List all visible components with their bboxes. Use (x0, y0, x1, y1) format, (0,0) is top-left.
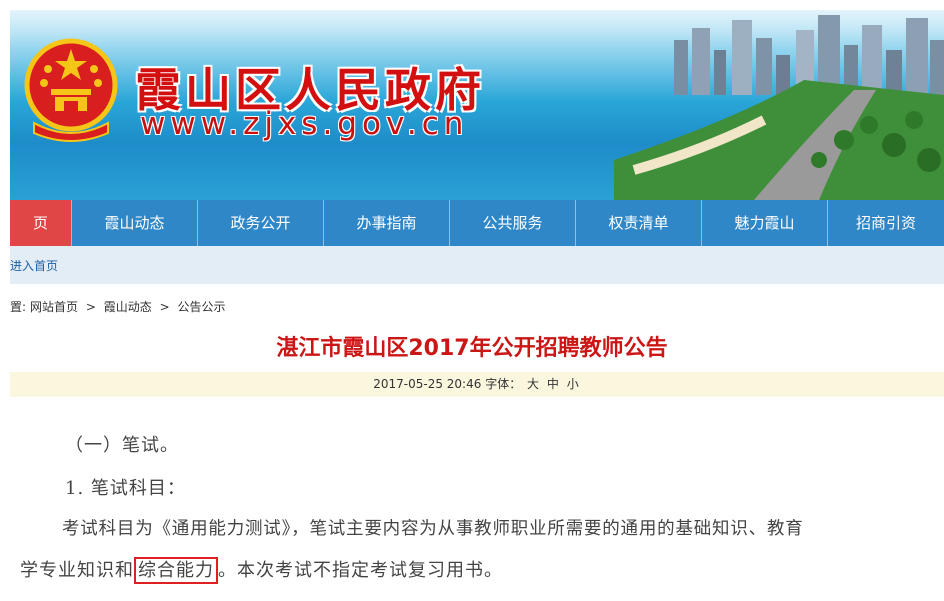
text-segment: 学专业知识和 (20, 560, 134, 581)
paragraph-exam-content-continued: 学专业知识和 综合能力 。本次考试不指定考试复习用书。 (20, 556, 503, 584)
main-nav: 页 霞山动态 政务公开 办事指南 公共服务 权责清单 魅力霞山 招商引资 (10, 200, 944, 246)
nav-item-public-services[interactable]: 公共服务 (450, 200, 576, 246)
breadcrumb-separator: > (159, 300, 170, 314)
national-emblem-icon (24, 38, 118, 142)
breadcrumb-announcements[interactable]: 公告公示 (178, 300, 226, 314)
nav-item-home[interactable]: 页 (10, 200, 72, 246)
font-size-large-button[interactable]: 大 (527, 377, 539, 391)
font-size-label: 字体： (485, 377, 522, 391)
site-banner: 霞山区人民政府 www.zjxs.gov.cn (10, 10, 944, 200)
sub-nav-bar: 进入首页 (10, 246, 944, 284)
breadcrumb-separator: > (85, 300, 96, 314)
font-size-medium-button[interactable]: 中 (547, 377, 559, 391)
enter-home-link[interactable]: 进入首页 (10, 257, 58, 274)
nav-item-power-list[interactable]: 权责清单 (576, 200, 702, 246)
article-title: 湛江市霞山区2017年公开招聘教师公告 (276, 336, 668, 361)
nav-item-charm-xiashan[interactable]: 魅力霞山 (702, 200, 828, 246)
paragraph-exam-content: 考试科目为《通用能力测试》，笔试主要内容为从事教师职业所需要的通用的基础知识、教… (62, 519, 804, 539)
breadcrumb-home[interactable]: 网站首页 (30, 300, 78, 314)
publish-datetime: 2017-05-25 20:46 (373, 377, 482, 391)
font-size-small-button[interactable]: 小 (567, 377, 579, 391)
breadcrumb-prefix: 置: (10, 300, 27, 314)
city-skyline-image (614, 15, 944, 200)
site-url: www.zjxs.gov.cn (140, 106, 469, 142)
breadcrumb: 置: 网站首页 > 霞山动态 > 公告公示 (10, 298, 230, 315)
breadcrumb-xiashan-news[interactable]: 霞山动态 (104, 300, 152, 314)
text-segment: 。本次考试不指定考试复习用书。 (218, 560, 503, 581)
nav-item-government-affairs[interactable]: 政务公开 (198, 200, 324, 246)
highlighted-text: 综合能力 (134, 557, 218, 584)
nav-item-investment[interactable]: 招商引资 (828, 200, 944, 246)
paragraph-exam-subject-heading: 1. 笔试科目： (65, 478, 186, 499)
paragraph-written-test: （一）笔试。 (65, 435, 179, 456)
nav-item-xiashan-news[interactable]: 霞山动态 (72, 200, 198, 246)
nav-item-service-guide[interactable]: 办事指南 (324, 200, 450, 246)
article-meta-bar: 2017-05-25 20:46 字体： 大 中 小 (10, 372, 944, 397)
